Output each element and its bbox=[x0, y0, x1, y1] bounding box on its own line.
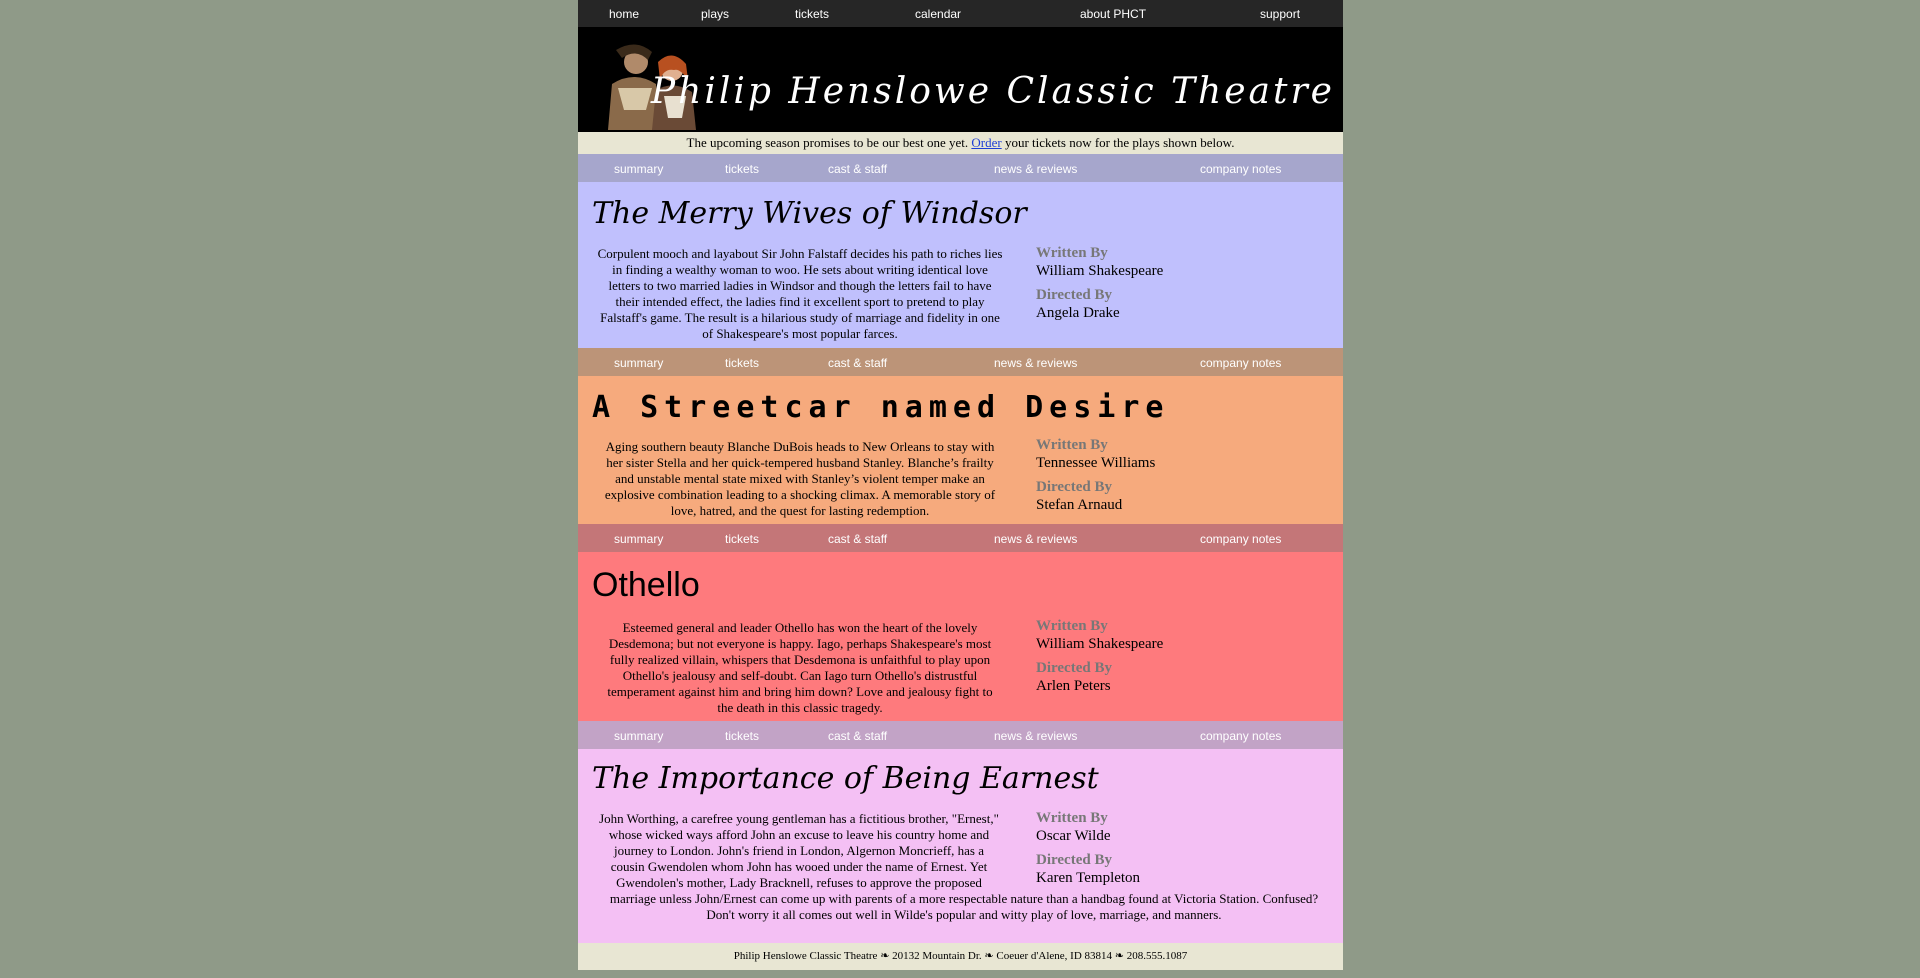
play-summary: Corpulent mooch and layabout Sir John Fa… bbox=[597, 246, 1003, 341]
subnav-cast-link[interactable]: cast & staff bbox=[828, 162, 887, 176]
order-link[interactable]: Order bbox=[971, 135, 1001, 150]
director-name: Arlen Peters bbox=[1036, 678, 1111, 694]
subnav-notes-link[interactable]: company notes bbox=[1200, 356, 1281, 370]
play-section: A Streetcar named Desire Aging southern … bbox=[578, 376, 1343, 524]
theatre-logo-text: Philip Henslowe Classic Theatre bbox=[650, 71, 1335, 112]
subnav-notes-link[interactable]: company notes bbox=[1200, 532, 1281, 546]
subnav-notes-link[interactable]: company notes bbox=[1200, 162, 1281, 176]
subnav-tickets-link[interactable]: tickets bbox=[725, 532, 759, 546]
announcement-text-before: The upcoming season promises to be our b… bbox=[686, 135, 972, 150]
subnav-news-link[interactable]: news & reviews bbox=[994, 162, 1077, 176]
written-by-label: Written By bbox=[1036, 245, 1108, 261]
subnav-news-link[interactable]: news & reviews bbox=[994, 729, 1077, 743]
credits-spacer bbox=[1002, 811, 1332, 886]
subnav-summary-link[interactable]: summary bbox=[614, 532, 663, 546]
director-name: Angela Drake bbox=[1036, 305, 1120, 321]
play-credits: Written By Tennessee Williams Directed B… bbox=[1036, 436, 1155, 520]
directed-by-label: Directed By bbox=[1036, 660, 1112, 676]
subnav-news-link[interactable]: news & reviews bbox=[994, 532, 1077, 546]
banner: Philip Henslowe Classic Theatre bbox=[578, 27, 1343, 132]
top-nav: home plays tickets calendar about PHCT s… bbox=[578, 0, 1343, 27]
directed-by-label: Directed By bbox=[1036, 287, 1112, 303]
subnav-cast-link[interactable]: cast & staff bbox=[828, 532, 887, 546]
play-subnav: summary tickets cast & staff news & revi… bbox=[578, 154, 1343, 182]
writer-name: Tennessee Williams bbox=[1036, 455, 1156, 471]
play-subnav: summary tickets cast & staff news & revi… bbox=[578, 524, 1343, 552]
nav-support-link[interactable]: support bbox=[1260, 7, 1300, 21]
subnav-tickets-link[interactable]: tickets bbox=[725, 162, 759, 176]
play-section: The Merry Wives of Windsor Corpulent moo… bbox=[578, 182, 1343, 348]
play-title: A Streetcar named Desire bbox=[592, 390, 1170, 425]
writer-name: William Shakespeare bbox=[1036, 636, 1164, 652]
play-title: The Importance of Being Earnest bbox=[592, 761, 1099, 796]
footer: Philip Henslowe Classic Theatre ❧ 20132 … bbox=[578, 943, 1343, 970]
subnav-cast-link[interactable]: cast & staff bbox=[828, 729, 887, 743]
play-subnav: summary tickets cast & staff news & revi… bbox=[578, 721, 1343, 749]
play-title: Othello bbox=[592, 566, 700, 604]
announcement-text-after: your tickets now for the plays shown bel… bbox=[1001, 135, 1235, 150]
page: home plays tickets calendar about PHCT s… bbox=[578, 0, 1343, 970]
announcement-bar: The upcoming season promises to be our b… bbox=[578, 132, 1343, 154]
nav-home-link[interactable]: home bbox=[609, 7, 639, 21]
play-credits: Written By William Shakespeare Directed … bbox=[1036, 617, 1163, 701]
nav-about-link[interactable]: about PHCT bbox=[1080, 7, 1146, 21]
play-title: The Merry Wives of Windsor bbox=[592, 196, 1027, 231]
subnav-news-link[interactable]: news & reviews bbox=[994, 356, 1077, 370]
play-section: The Importance of Being Earnest Written … bbox=[578, 749, 1343, 943]
subnav-summary-link[interactable]: summary bbox=[614, 356, 663, 370]
subnav-tickets-link[interactable]: tickets bbox=[725, 729, 759, 743]
written-by-label: Written By bbox=[1036, 437, 1108, 453]
play-subnav: summary tickets cast & staff news & revi… bbox=[578, 348, 1343, 376]
subnav-cast-link[interactable]: cast & staff bbox=[828, 356, 887, 370]
subnav-tickets-link[interactable]: tickets bbox=[725, 356, 759, 370]
written-by-label: Written By bbox=[1036, 618, 1108, 634]
play-summary: John Worthing, a carefree young gentlema… bbox=[596, 811, 1332, 923]
play-section: Othello Esteemed general and leader Othe… bbox=[578, 552, 1343, 721]
subnav-summary-link[interactable]: summary bbox=[614, 729, 663, 743]
subnav-summary-link[interactable]: summary bbox=[614, 162, 663, 176]
nav-calendar-link[interactable]: calendar bbox=[915, 7, 961, 21]
directed-by-label: Directed By bbox=[1036, 479, 1112, 495]
writer-name: William Shakespeare bbox=[1036, 263, 1164, 279]
director-name: Stefan Arnaud bbox=[1036, 497, 1123, 513]
nav-plays-link[interactable]: plays bbox=[701, 7, 729, 21]
nav-tickets-link[interactable]: tickets bbox=[795, 7, 829, 21]
subnav-notes-link[interactable]: company notes bbox=[1200, 729, 1281, 743]
play-summary: Aging southern beauty Blanche DuBois hea… bbox=[604, 439, 996, 518]
play-credits: Written By William Shakespeare Directed … bbox=[1036, 244, 1163, 328]
play-summary: Esteemed general and leader Othello has … bbox=[607, 620, 993, 715]
